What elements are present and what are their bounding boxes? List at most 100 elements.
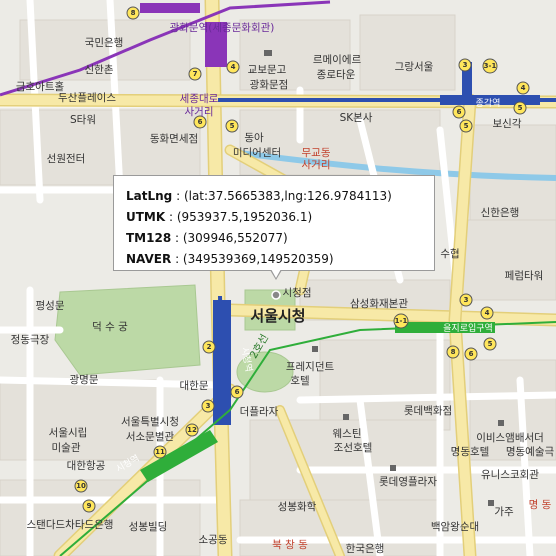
shop-icon	[390, 465, 396, 471]
svg-text:5: 5	[230, 122, 235, 130]
info-key-naver: NAVER	[126, 252, 172, 266]
hotel-icon	[343, 414, 349, 420]
poi-grand-seoul: 그랑서울	[395, 61, 434, 73]
poi-joseon: 조선호텔	[334, 442, 373, 454]
svg-text:5: 5	[464, 122, 469, 130]
svg-text:3: 3	[463, 61, 468, 69]
svg-text:10: 10	[76, 482, 86, 490]
poi-gaju: 가주	[494, 506, 514, 518]
poi-ibis: 이비스앰배서더	[476, 432, 544, 444]
poi-donga: 동아	[244, 132, 264, 144]
poi-sogongdong: 소공동	[199, 534, 228, 546]
svg-text:4: 4	[485, 309, 490, 317]
poi-shinhancho: 신한촌	[85, 64, 114, 76]
mugyodong-sageori-label: 사거리	[302, 159, 331, 171]
poi-bosingak: 보신각	[493, 118, 522, 130]
poi-hankook: 한국은행	[346, 543, 385, 555]
svg-text:2: 2	[207, 343, 212, 351]
poi-seongbong: 성봉화학	[278, 501, 317, 513]
poi-deoksugung: 덕 수 궁	[92, 321, 128, 333]
shop-icon	[488, 500, 494, 506]
clicked-location-marker[interactable]	[271, 290, 281, 300]
poi-media-center: 미디어센터	[233, 147, 281, 159]
poi-seongbong-bldg: 성봉빌딩	[129, 521, 168, 533]
mugyodong-label: 무교동	[302, 147, 331, 159]
poi-remeide: 르메이에르	[313, 54, 362, 66]
poi-jeongdong-theater: 정동극장	[11, 334, 50, 346]
poi-pyeonghwa: 페럼타워	[505, 269, 544, 282]
info-value-latlng: : (lat:37.5665383,lng:126.9784113)	[172, 189, 392, 203]
svg-text:9: 9	[87, 502, 92, 510]
info-row-tm128: TM128 : (309946,552077)	[126, 228, 434, 249]
svg-text:12: 12	[187, 426, 197, 434]
book-icon	[264, 50, 272, 56]
poi-lotte-plaza: 롯데영플라자	[379, 476, 437, 488]
gwanghwamun-station-label: 광화문역(세종문화회관)	[170, 22, 275, 34]
svg-text:5: 5	[488, 340, 493, 348]
svg-text:3: 3	[464, 296, 469, 304]
poi-standard: 스탠다드차타드은행	[27, 519, 114, 531]
svg-text:6: 6	[235, 388, 240, 396]
bukchangdong-label: 북 창 동	[272, 539, 308, 551]
myeongdong-label: 명 동	[529, 499, 552, 511]
poi-gwangmyeongmun: 광명문	[70, 374, 99, 386]
poi-doosan-plaza: 두산플레이스	[58, 92, 116, 104]
jonggak-station-label: 종각역	[476, 97, 501, 109]
poi-baekhwa: 백암왕순대	[431, 521, 479, 533]
info-row-latlng: LatLng : (lat:37.5665383,lng:126.9784113…	[126, 186, 434, 207]
info-value-utmk: : (953937.5,1952036.1)	[165, 210, 313, 224]
city-hall-label: 서울시청	[250, 307, 305, 325]
svg-text:7: 7	[193, 70, 198, 78]
svg-text:5: 5	[518, 104, 523, 112]
poi-myeongdong-theater: 명동예술극	[506, 445, 555, 458]
info-key-latlng: LatLng	[126, 189, 173, 203]
poi-lotte-dept: 롯데백화점	[404, 405, 452, 417]
poi-pyeongseong: 평성문	[36, 300, 65, 312]
poi-seonwon: 선원전터	[47, 153, 86, 165]
poi-president-hotel: 호텔	[290, 375, 309, 387]
svg-text:8: 8	[451, 348, 456, 356]
info-row-naver: NAVER : (349539369,149520359)	[126, 249, 434, 270]
poi-unise: 유니스코회관	[481, 469, 539, 481]
svg-text:6: 6	[198, 118, 203, 126]
poi-sujeong: 수협	[440, 247, 459, 260]
poi-kyobo: 교보문고	[248, 64, 287, 76]
poi-jongno-town: 종로타운	[317, 69, 356, 81]
cityhall-line1-platform	[213, 300, 231, 425]
svg-text:4: 4	[521, 84, 526, 92]
poi-art-museum: 미술관	[52, 442, 81, 454]
info-value-tm128: : (309946,552077)	[171, 231, 288, 245]
svg-text:6: 6	[457, 108, 462, 116]
poi-president: 프레지던트	[286, 361, 335, 373]
poi-westin: 웨스틴	[333, 428, 362, 440]
info-window: LatLng : (lat:37.5665383,lng:126.9784113…	[113, 175, 435, 271]
info-window-tail-inner	[271, 269, 281, 278]
info-row-utmk: UTMK : (953937.5,1952036.1)	[126, 207, 434, 228]
svg-text:3-1: 3-1	[484, 62, 497, 70]
sejongdaero-label: 세종대로	[180, 93, 219, 105]
poi-seoul-cityhall-annex: 서울특별시청	[121, 416, 179, 428]
poi-daehanmun: 대한문	[180, 380, 209, 392]
poi-dongwha: 동화면세점	[150, 133, 198, 145]
svg-text:3: 3	[206, 402, 211, 410]
info-key-utmk: UTMK	[126, 210, 166, 224]
poi-deoplaza: 더플라자	[240, 406, 279, 418]
svg-text:6: 6	[469, 350, 474, 358]
poi-seoul-art: 서울시립	[49, 426, 88, 439]
sejongdaero-sageori-label: 사거리	[185, 106, 214, 118]
poi-sk: SK본사	[340, 112, 373, 124]
poi-myeongdong-hotel: 명동호텔	[451, 446, 490, 458]
poi-seosomun: 서소문별관	[126, 431, 175, 443]
hotel-icon	[498, 420, 504, 426]
info-value-naver: : (349539369,149520359)	[171, 252, 334, 266]
city-hall-branch-label: 시청점	[283, 287, 312, 299]
poi-korean-air: 대한항공	[67, 460, 106, 472]
poi-gwanghwamun-branch: 광화문점	[250, 79, 289, 91]
poi-s-tower: S타워	[70, 113, 96, 126]
line5-platform-top	[140, 3, 200, 13]
svg-text:1-1: 1-1	[395, 317, 408, 325]
poi-samsung-fire: 삼성화재본관	[350, 298, 408, 310]
svg-text:8: 8	[131, 9, 136, 17]
svg-text:4: 4	[231, 63, 236, 71]
hotel-icon	[312, 346, 318, 352]
